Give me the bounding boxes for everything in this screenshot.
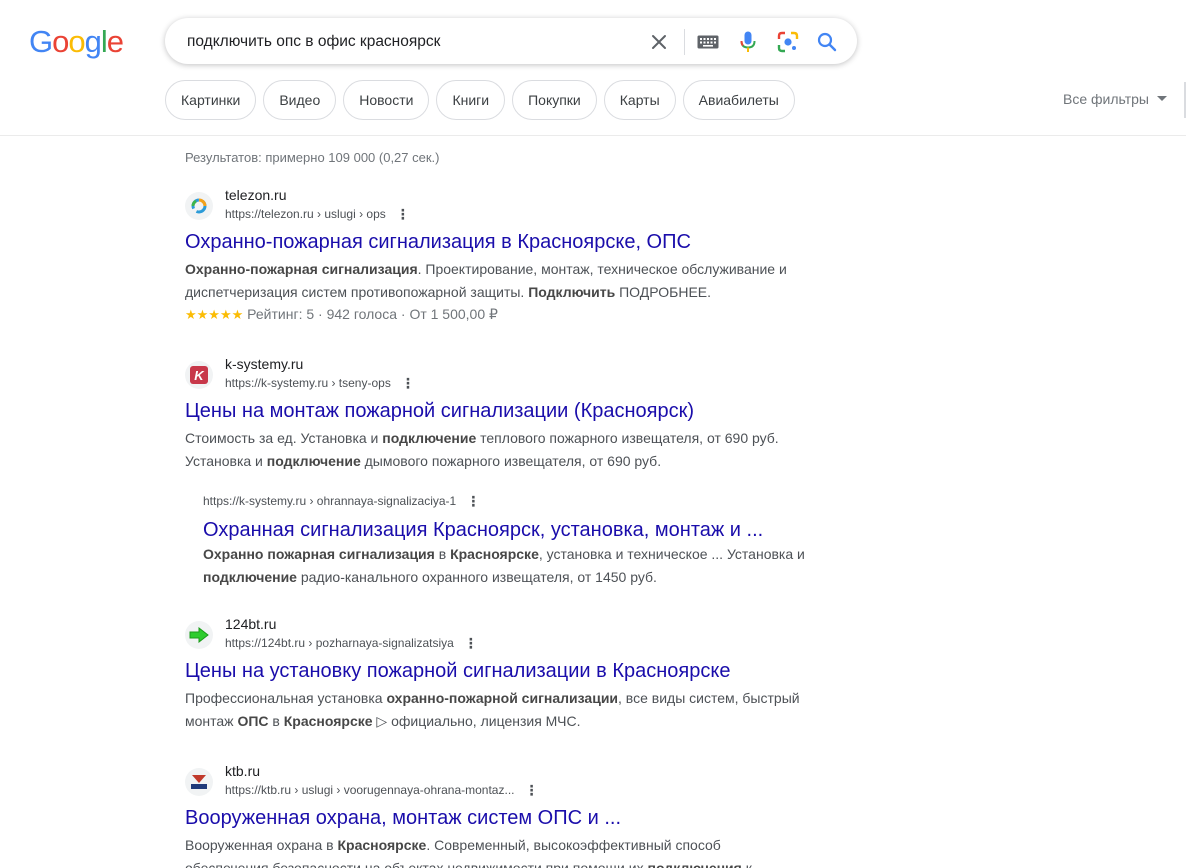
result-snippet: Профессиональная установка охранно-пожар… [185,690,800,729]
chip-images[interactable]: Картинки [165,80,257,120]
telezon-favicon [185,192,213,220]
result-snippet: Охранно пожарная сигнализация в Краснояр… [203,546,805,585]
result-title[interactable]: Охранно-пожарная сигнализация в Краснояр… [185,229,805,255]
site-url: https://k-systemy.ru › tseny-ops ⋮ [225,375,415,392]
result-snippet: Стоимость за ед. Установка и подключение… [185,430,779,469]
chip-books[interactable]: Книги [436,80,506,120]
result-rating: ★★★★★ Рейтинг: 5 · 942 голоса · От 1 500… [185,303,805,326]
google-logo[interactable]: Google [29,24,124,60]
logo-letter: g [84,24,102,59]
result-source[interactable]: 124bt.ru https://124bt.ru › pozharnaya-s… [185,616,805,656]
chip-maps[interactable]: Карты [603,80,676,120]
all-filters-button[interactable]: Все фильтры [1063,91,1167,107]
microphone-icon[interactable] [736,30,760,54]
chip-videos[interactable]: Видео [263,80,337,120]
logo-letter: e [106,24,124,59]
chip-shopping[interactable]: Покупки [512,80,597,120]
result-source[interactable]: telezon.ru https://telezon.ru › uslugi ›… [185,187,805,227]
search-input[interactable]: подключить опс в офис красноярск [187,33,440,51]
svg-text:K: K [194,368,205,383]
result-title[interactable]: Цены на монтаж пожарной сигнализации (Кр… [185,398,805,424]
result-title[interactable]: Охранная сигнализация Красноярск, устано… [203,517,823,543]
site-url: https://ktb.ru › uslugi › voorugennaya-o… [225,782,538,799]
rating-stars: ★★★★★ [185,307,244,322]
chip-flights[interactable]: Авиабилеты [682,80,795,120]
logo-letter: o [68,24,85,59]
site-name: k-systemy.ru [225,356,304,372]
search-icon[interactable] [815,30,839,54]
url-text: https://k-systemy.ru › tseny-ops [225,376,391,390]
site-url: https://telezon.ru › uslugi › ops ⋮ [225,206,410,223]
arrow-favicon [185,621,213,649]
url-text: https://k-systemy.ru › ohrannaya-signali… [203,494,457,508]
result-source[interactable]: ktb.ru https://ktb.ru › uslugi › vooruge… [185,763,805,803]
site-url: https://124bt.ru › pozharnaya-signalizat… [225,635,478,652]
site-name: telezon.ru [225,187,287,203]
search-header: Google подключить опс в офис красноярск … [0,0,1186,136]
filter-chips: Картинки Видео Новости Книги Покупки Кар… [165,80,795,120]
clear-icon[interactable] [647,30,671,54]
keyboard-icon[interactable] [696,30,720,54]
result-title[interactable]: Цены на установку пожарной сигнализации … [185,658,805,684]
ktb-favicon [185,768,213,796]
logo-letter: G [29,24,53,59]
logo-letter: o [52,24,69,59]
result-snippet: Охранно-пожарная сигнализация. Проектиро… [185,261,787,300]
url-text: https://ktb.ru › uslugi › voorugennaya-o… [225,783,515,797]
more-options-icon[interactable]: ⋮ [401,375,415,392]
url-text: https://124bt.ru › pozharnaya-signalizat… [225,636,454,650]
more-options-icon[interactable]: ⋮ [524,782,538,799]
search-result: telezon.ru https://telezon.ru › uslugi ›… [185,187,805,326]
result-stats: Результатов: примерно 109 000 (0,27 сек.… [185,150,440,165]
searchbox-divider [684,29,685,55]
url-text: https://telezon.ru › uslugi › ops [225,207,386,221]
k-systemy-favicon: K [185,361,213,389]
chip-news[interactable]: Новости [343,80,430,120]
more-options-icon[interactable]: ⋮ [466,493,480,510]
site-name: ktb.ru [225,763,261,779]
sub-result: https://k-systemy.ru › ohrannaya-signali… [203,493,823,588]
lens-icon[interactable] [776,30,800,54]
search-result: ktb.ru https://ktb.ru › uslugi › vooruge… [185,763,805,868]
search-result: K k-systemy.ru https://k-systemy.ru › ts… [185,356,805,472]
site-name: 124bt.ru [225,616,277,632]
dropdown-arrow-icon [1156,96,1167,101]
more-options-icon[interactable]: ⋮ [396,206,410,223]
result-title[interactable]: Вооруженная охрана, монтаж систем ОПС и … [185,805,805,831]
rating-text: Рейтинг: 5 · 942 голоса · От 1 500,00 ₽ [247,306,498,322]
result-snippet: Вооруженная охрана в Красноярске. Соврем… [185,837,768,868]
result-source[interactable]: K k-systemy.ru https://k-systemy.ru › ts… [185,356,805,396]
more-options-icon[interactable]: ⋮ [464,635,478,652]
all-filters-label: Все фильтры [1063,91,1149,107]
search-box[interactable]: подключить опс в офис красноярск [165,18,857,64]
site-url: https://k-systemy.ru › ohrannaya-signali… [203,493,823,513]
search-result: 124bt.ru https://124bt.ru › pozharnaya-s… [185,616,805,732]
